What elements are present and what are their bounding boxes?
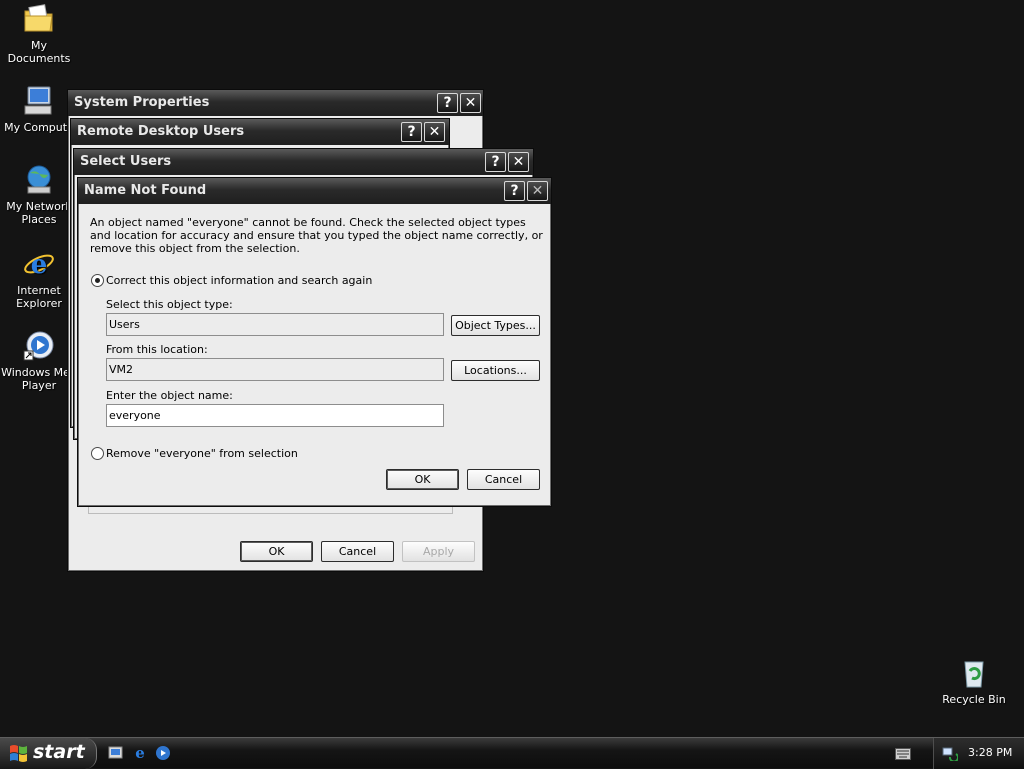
recycle-bin-icon[interactable]: Recycle Bin (935, 656, 1013, 706)
locations-button[interactable]: Locations... (451, 360, 540, 381)
close-button[interactable]: ✕ (527, 181, 548, 201)
computer-icon (24, 86, 52, 115)
show-desktop-icon[interactable] (108, 745, 124, 761)
object-type-field: Users (106, 313, 444, 336)
help-button[interactable]: ? (485, 152, 506, 172)
cancel-button[interactable]: Cancel (321, 541, 394, 562)
correct-option-radio[interactable] (91, 274, 104, 287)
help-button[interactable]: ? (504, 181, 525, 201)
title-bar[interactable]: Remote Desktop Users (71, 119, 449, 145)
apply-button[interactable]: Apply (402, 541, 475, 562)
location-label: From this location: (106, 343, 208, 356)
network-status-icon[interactable] (942, 745, 958, 761)
folder-icon (24, 4, 53, 32)
media-player-quicklaunch-icon[interactable] (155, 745, 171, 761)
object-types-button[interactable]: Object Types... (451, 315, 540, 336)
error-message: An object named "everyone" cannot be fou… (90, 216, 543, 255)
media-player-icon (23, 331, 54, 361)
recycle-bin-icon (964, 661, 984, 688)
remove-option-label[interactable]: Remove "everyone" from selection (106, 447, 298, 460)
window-title: Select Users (80, 154, 172, 169)
svg-text:e: e (31, 250, 48, 280)
cancel-button[interactable]: Cancel (467, 469, 540, 490)
internet-explorer-quicklaunch-icon[interactable]: e (132, 745, 148, 761)
close-button[interactable]: ✕ (424, 122, 445, 142)
start-label: start (33, 741, 85, 763)
name-not-found-dialog: Name Not Found ? ✕ An object named "ever… (77, 177, 552, 507)
svg-text:e: e (135, 745, 145, 761)
location-field: VM2 (106, 358, 444, 381)
help-button[interactable]: ? (401, 122, 422, 142)
close-button[interactable]: ✕ (508, 152, 529, 172)
keyboard-icon[interactable] (895, 748, 911, 760)
help-button[interactable]: ? (437, 93, 458, 113)
desktop-icon-label: My Documents (7, 39, 71, 65)
close-button[interactable]: ✕ (460, 93, 481, 113)
object-name-input[interactable]: everyone (106, 404, 444, 427)
remove-option-radio[interactable] (91, 447, 104, 460)
windows-logo-icon (10, 745, 27, 762)
network-globe-icon (27, 165, 51, 194)
title-bar[interactable]: Name Not Found (78, 178, 551, 204)
ok-button[interactable]: OK (240, 541, 313, 562)
system-tray: 3:28 PM (933, 738, 1024, 769)
title-bar[interactable]: System Properties (68, 90, 483, 116)
start-button[interactable]: start (0, 738, 97, 769)
window-title: System Properties (74, 95, 210, 110)
correct-option-label[interactable]: Correct this object information and sear… (106, 274, 372, 287)
desktop-icon-label: Recycle Bin (942, 693, 1006, 706)
object-type-label: Select this object type: (106, 298, 233, 311)
radio-selected-dot (95, 278, 100, 283)
title-bar[interactable]: Select Users (74, 149, 533, 175)
ie-logo-icon: e (24, 250, 54, 280)
window-title: Remote Desktop Users (77, 124, 245, 139)
object-name-label: Enter the object name: (106, 389, 233, 402)
ok-button[interactable]: OK (386, 469, 459, 490)
clock[interactable]: 3:28 PM (968, 746, 1012, 759)
window-title: Name Not Found (84, 183, 207, 198)
taskbar: start e 3:28 PM (0, 737, 1024, 769)
my-documents-icon[interactable]: My Documents (0, 2, 78, 65)
